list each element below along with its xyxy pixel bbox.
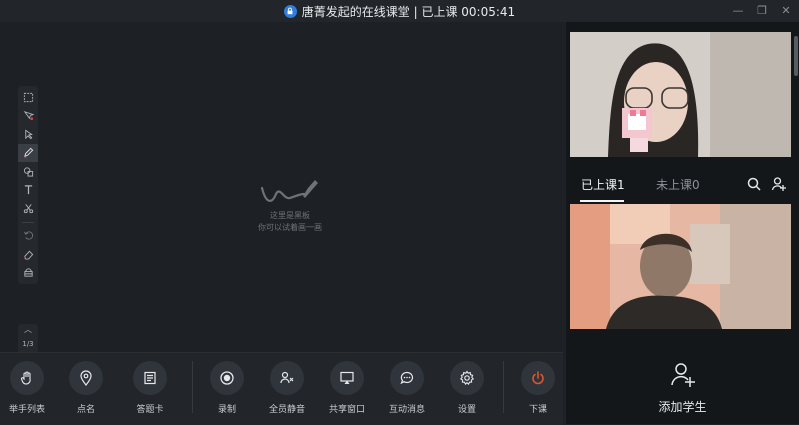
answer-card-icon xyxy=(133,361,167,395)
search-icon[interactable] xyxy=(746,176,762,192)
window-controls: — ❐ ✕ xyxy=(731,3,793,17)
board-hint-line1: 这里是黑板 xyxy=(270,211,310,220)
undo-icon[interactable] xyxy=(18,227,38,246)
teacher-video-frame xyxy=(570,32,791,157)
window-title: 唐菁发起的在线课堂 | 已上课 00:05:41 xyxy=(301,4,516,19)
board-hint-line2: 你可以试着画一画 xyxy=(258,223,322,232)
screen-share-icon xyxy=(330,361,364,395)
page-indicator: 1/3 xyxy=(22,340,34,348)
shape-icon[interactable] xyxy=(18,162,38,181)
mute-all-label: 全员静音 xyxy=(268,405,305,415)
share-window-label: 共享窗口 xyxy=(328,405,365,415)
end-class-button[interactable]: 下课 xyxy=(513,361,563,415)
maximize-icon[interactable]: ❐ xyxy=(755,3,769,17)
minimize-icon[interactable]: — xyxy=(731,3,745,17)
gear-icon xyxy=(450,361,484,395)
settings-button[interactable]: 设置 xyxy=(442,361,492,415)
mute-all-icon xyxy=(270,361,304,395)
tab-not-in-class[interactable]: 未上课0 xyxy=(656,176,700,193)
title-bar: 唐菁发起的在线课堂 | 已上课 00:05:41 — ❐ ✕ xyxy=(0,0,799,22)
add-person-icon[interactable] xyxy=(771,176,787,192)
answer-card-label: 答题卡 xyxy=(136,405,164,415)
active-tab-indicator xyxy=(580,200,624,202)
whiteboard[interactable]: ︿ 1/3 ﹀ 这里是黑板 你可以试着画一画 xyxy=(0,22,563,364)
toolbar-divider xyxy=(192,361,193,413)
participant-tabs: 已上课1 未上课0 xyxy=(566,168,799,198)
tab-in-class[interactable]: 已上课1 xyxy=(581,176,625,193)
hand-icon xyxy=(10,361,44,395)
power-icon xyxy=(521,361,555,395)
roll-call-label: 点名 xyxy=(76,405,95,415)
messages-label: 互动消息 xyxy=(388,405,425,415)
add-user-icon xyxy=(670,363,695,387)
mute-all-button[interactable]: 全员静音 xyxy=(262,361,312,415)
scribble-pen-icon xyxy=(260,180,318,202)
window-title-wrap: 唐菁发起的在线课堂 | 已上课 00:05:41 xyxy=(283,3,516,20)
add-student-label: 添加学生 xyxy=(658,400,707,414)
pen-icon[interactable] xyxy=(18,143,38,162)
text-icon[interactable] xyxy=(18,181,38,200)
pointer-icon[interactable] xyxy=(18,125,38,144)
teacher-video[interactable] xyxy=(570,32,791,157)
record-icon xyxy=(210,361,244,395)
add-student-button[interactable]: 添加学生 xyxy=(566,360,799,415)
record-button[interactable]: 录制 xyxy=(202,361,252,415)
tool-divider xyxy=(22,221,34,223)
board-toolbar xyxy=(18,86,38,284)
select-area-icon[interactable] xyxy=(18,88,38,107)
class-toolbar: 举手列表 点名 答题卡 录制 全员静音 共享窗口 互动消息 设置 下课 xyxy=(0,352,563,425)
scrollbar[interactable] xyxy=(794,36,798,76)
answer-card-button[interactable]: 答题卡 xyxy=(125,361,175,415)
record-label: 录制 xyxy=(217,405,236,415)
roll-call-button[interactable]: 点名 xyxy=(61,361,111,415)
board-hint: 这里是黑板 你可以试着画一画 xyxy=(240,176,340,234)
settings-label: 设置 xyxy=(457,405,476,415)
student-video-frame xyxy=(570,204,791,329)
student-video[interactable] xyxy=(570,204,791,329)
lock-icon xyxy=(283,4,297,18)
page-up-icon[interactable]: ︿ xyxy=(24,326,32,334)
chat-bubble-icon xyxy=(390,361,424,395)
clear-board-icon[interactable] xyxy=(18,264,38,283)
laser-pointer-icon[interactable] xyxy=(18,107,38,126)
raise-hand-label: 举手列表 xyxy=(8,405,45,415)
toolbar-divider-2 xyxy=(503,361,504,413)
eraser-icon[interactable] xyxy=(18,245,38,264)
location-pin-icon xyxy=(69,361,103,395)
close-icon[interactable]: ✕ xyxy=(779,3,793,17)
messages-button[interactable]: 互动消息 xyxy=(382,361,432,415)
share-window-button[interactable]: 共享窗口 xyxy=(322,361,372,415)
end-class-label: 下课 xyxy=(528,405,547,415)
raise-hand-button[interactable]: 举手列表 xyxy=(2,361,52,415)
scissors-icon[interactable] xyxy=(18,199,38,218)
